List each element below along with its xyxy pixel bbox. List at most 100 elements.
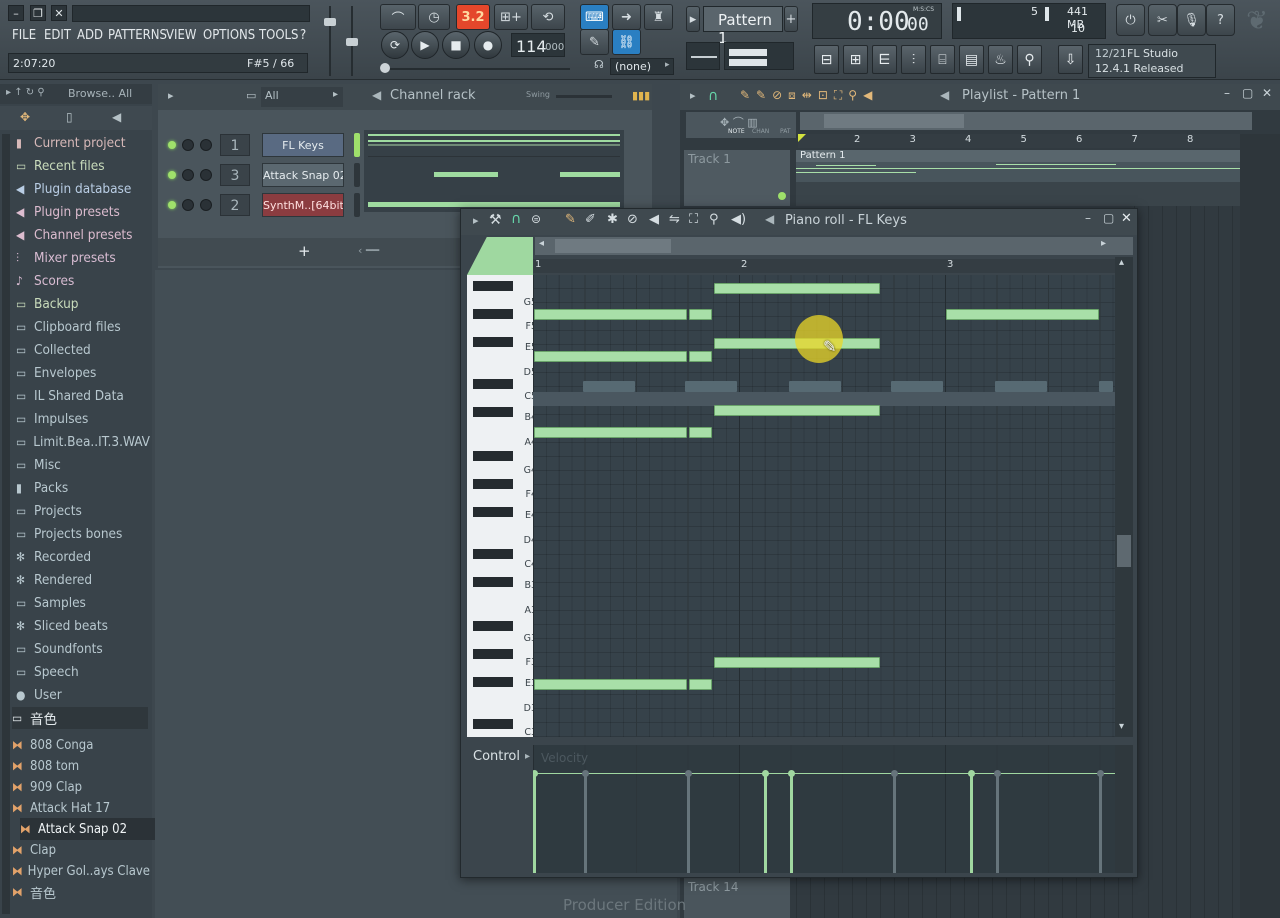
mic-icon[interactable]: 🎙 xyxy=(1177,4,1206,36)
menu-file[interactable]: FILE xyxy=(12,26,36,46)
zoom-icon[interactable]: ⚲ xyxy=(709,212,719,227)
step-edit-icon[interactable]: ⊞+ xyxy=(494,4,528,30)
mixer-view-icon[interactable]: ⊞ xyxy=(843,45,868,74)
note[interactable] xyxy=(714,405,880,416)
wrench-icon[interactable]: ⚒ xyxy=(489,212,502,228)
add-channel-button[interactable]: + xyxy=(298,242,311,260)
browser-item[interactable]: ✻ Recorded xyxy=(16,546,150,568)
browser-item[interactable]: ✻ Sliced beats xyxy=(16,615,150,637)
stop-button[interactable]: ■ xyxy=(442,31,470,59)
browser-sample-item[interactable]: ⧓ 808 tom xyxy=(12,755,150,777)
restore-button[interactable]: ❐ xyxy=(30,5,46,21)
browser-item[interactable]: ⫶ Mixer presets xyxy=(16,247,150,269)
collapse-icon[interactable]: ‹ ━━ xyxy=(358,244,379,257)
maximize-pr-icon[interactable]: ▢ xyxy=(1103,211,1114,225)
pattern-add-icon[interactable]: + xyxy=(784,6,798,32)
playback-icon[interactable]: ◀) xyxy=(731,212,746,227)
browser-item[interactable]: ▭ Backup xyxy=(16,293,150,315)
magnet-icon[interactable]: ∩ xyxy=(708,88,718,104)
countdown-button[interactable]: 3.2 xyxy=(456,4,490,30)
close-pr-icon[interactable]: ✕ xyxy=(1121,211,1132,226)
scroll-left-icon[interactable]: ◂ xyxy=(539,238,544,249)
close-app-button[interactable]: ✕ xyxy=(51,5,67,21)
velocity-handle[interactable] xyxy=(762,770,769,777)
black-key[interactable] xyxy=(473,677,513,687)
channel-led[interactable] xyxy=(168,141,176,149)
pattern-song-toggle-icon[interactable]: ⟳ xyxy=(381,31,409,59)
channel-pan-knob[interactable] xyxy=(182,199,194,211)
browser-sample-item[interactable]: ⧓ 808 Conga xyxy=(12,734,150,756)
piano-keyboard[interactable]: G5 F5 E5 D5 C5 B4 A4 G4 F4 E4 D4 C4 B3 A3 G3 F3 E3 D3 C3 xyxy=(467,275,533,737)
note[interactable] xyxy=(688,351,713,362)
velocity-handle[interactable] xyxy=(994,770,1001,777)
record-button[interactable]: ● xyxy=(474,31,502,59)
loop-record-icon[interactable]: ⟲ xyxy=(531,4,565,30)
browser-item[interactable]: ✻ Rendered xyxy=(16,569,150,591)
channel-pan-knob[interactable] xyxy=(182,169,194,181)
channel-name-button[interactable]: Attack Snap 02 xyxy=(262,163,344,187)
song-position-slider[interactable] xyxy=(380,63,570,73)
channel-volume-knob[interactable] xyxy=(200,199,212,211)
browser-sample-item[interactable]: ⧓ Attack Snap 02 xyxy=(20,818,158,840)
black-key[interactable] xyxy=(473,281,513,291)
channel-mixer-track[interactable]: 1 xyxy=(220,134,250,156)
undo-history-icon[interactable]: ⏻ xyxy=(1116,4,1145,36)
track-led[interactable] xyxy=(778,192,786,200)
velocity-bar[interactable] xyxy=(893,773,896,873)
channel-name-button[interactable]: FL Keys xyxy=(262,133,344,157)
note[interactable] xyxy=(946,309,1099,320)
menu-tools[interactable]: TOOLS xyxy=(259,26,299,46)
note[interactable] xyxy=(534,351,687,362)
piano-roll-view-icon[interactable]: ⋿ xyxy=(872,45,897,74)
channel-rack-view-icon[interactable]: ⫶ xyxy=(901,45,926,74)
track-header-14[interactable]: Track 14 xyxy=(684,878,790,918)
options-arrow-icon[interactable]: ▸ xyxy=(690,89,696,102)
browser-arrow-icon[interactable]: ▸ ↑ ↻ ⚲ xyxy=(6,87,45,98)
browser-item[interactable]: ◀ Plugin presets xyxy=(16,201,150,223)
note[interactable] xyxy=(714,657,880,668)
browser-sample-item[interactable]: ⧓ Clap xyxy=(12,839,150,861)
browser-item[interactable]: ▭ IL Shared Data xyxy=(16,385,150,407)
maximize-playlist-icon[interactable]: ▢ xyxy=(1242,86,1253,100)
browser-scrollbar[interactable] xyxy=(2,134,10,914)
browser-item[interactable]: ▭ Speech xyxy=(16,661,150,683)
playlist-vscroll[interactable] xyxy=(1240,134,1280,918)
browser-item[interactable]: ♪ Scores xyxy=(16,270,150,292)
piano-roll-timeline[interactable]: 1 2 3 xyxy=(533,259,1115,273)
plugin-picker-icon[interactable]: ♨ xyxy=(988,45,1013,74)
velocity-handle[interactable] xyxy=(533,770,538,777)
browser-item[interactable]: ▭ Collected xyxy=(16,339,150,361)
menu-patterns[interactable]: PATTERNS xyxy=(108,26,167,46)
browser-filter[interactable]: Browse.. All xyxy=(68,87,132,100)
channel-mixer-track[interactable]: 2 xyxy=(220,194,250,216)
black-key[interactable] xyxy=(473,309,513,319)
channel-led[interactable] xyxy=(168,171,176,179)
pattern-selector[interactable]: Pattern 1 xyxy=(703,6,783,47)
tempo-display[interactable]: 114 .000 xyxy=(511,33,565,57)
channel-select-indicator[interactable] xyxy=(354,163,360,187)
control-arrow-icon[interactable]: ▸ xyxy=(525,751,530,762)
pattern-clip-header[interactable]: Pattern 1 xyxy=(796,150,1242,162)
playlist-view-icon[interactable]: ⊟ xyxy=(814,45,839,74)
note[interactable] xyxy=(714,283,880,294)
black-key[interactable] xyxy=(473,719,513,729)
tools-icon[interactable]: ✂ xyxy=(1148,4,1177,36)
download-icon[interactable]: ⇩ xyxy=(1058,45,1083,74)
velocity-bar[interactable] xyxy=(533,773,536,873)
channel-select-indicator[interactable] xyxy=(354,133,360,157)
file-view-icon[interactable]: ▤ xyxy=(959,45,984,74)
menu-add[interactable]: ADD xyxy=(77,26,103,46)
scroll-down-icon[interactable]: ▾ xyxy=(1119,721,1124,732)
browser-item[interactable]: ▭ Limit.Bea..IT.3.WAV xyxy=(16,431,150,453)
snap-selector[interactable]: (none) ▸ xyxy=(610,58,674,75)
song-title-field[interactable] xyxy=(72,5,310,22)
note-grid[interactable]: ✎ xyxy=(533,275,1115,737)
scroll-up-icon[interactable]: ▴ xyxy=(1119,257,1124,268)
browser-item[interactable]: ▭ Projects xyxy=(16,500,150,522)
step-forward-icon[interactable]: ➜ xyxy=(612,4,641,30)
black-key[interactable] xyxy=(473,549,513,559)
track-header-1[interactable]: Track 1 xyxy=(684,150,790,206)
browser-item[interactable]: ▭ Soundfonts xyxy=(16,638,150,660)
playlist-tools-icon[interactable]: ✎✎⊘⧈⇹⊡⛶⚲◀ xyxy=(740,88,878,103)
brush-icon[interactable]: ✐ xyxy=(585,212,596,227)
